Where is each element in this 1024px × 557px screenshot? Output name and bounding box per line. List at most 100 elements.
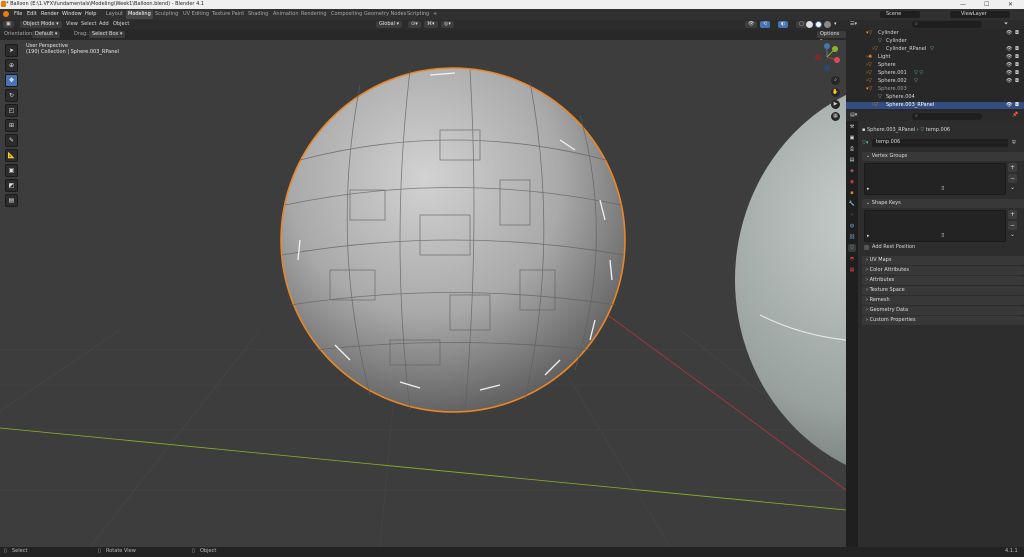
outliner-row[interactable]: ›▽ Sphere 👁 ◘: [846, 62, 1024, 69]
shape-key-specials-button[interactable]: ⌄: [1008, 230, 1017, 239]
orientation-setting-dropdown[interactable]: Default ▾: [32, 31, 61, 38]
world-tab-icon[interactable]: ◉: [848, 178, 856, 186]
outliner-row[interactable]: ›▽ Sphere.002 ▽ 👁 ◘: [846, 78, 1024, 85]
vertex-group-specials-button[interactable]: ⌄: [1008, 183, 1017, 192]
remove-shape-key-button[interactable]: −: [1008, 221, 1017, 230]
scene-tab-icon[interactable]: ◈: [848, 167, 856, 175]
render-camera-icon[interactable]: ◘: [1015, 70, 1019, 77]
render-camera-icon[interactable]: ◘: [1015, 62, 1019, 69]
annotate-tool-icon[interactable]: ✎: [5, 134, 18, 147]
list-resize-handle[interactable]: ⠿: [941, 186, 945, 193]
view-layer-tab-icon[interactable]: ▤: [848, 156, 856, 164]
visibility-button[interactable]: 👁: [745, 21, 758, 28]
outliner-editor-icon[interactable]: ☰▾: [850, 21, 857, 28]
menu-file[interactable]: File: [14, 11, 22, 18]
camera-view-icon[interactable]: ▶: [831, 100, 840, 109]
scale-tool-icon[interactable]: ◰: [5, 104, 18, 117]
fake-user-icon[interactable]: ⛨: [1012, 140, 1016, 147]
object-tab-icon[interactable]: ▪: [848, 189, 856, 197]
scene-selector[interactable]: Scene: [880, 11, 920, 18]
add-vertex-group-button[interactable]: +: [1008, 163, 1017, 172]
menu-window[interactable]: Window: [62, 11, 82, 18]
zoom-view-icon[interactable]: ⌕: [831, 76, 840, 85]
visibility-eye-icon[interactable]: 👁: [1006, 78, 1012, 85]
tab-scripting[interactable]: Scripting: [407, 11, 429, 18]
options-dropdown[interactable]: Options ▾: [817, 31, 846, 44]
outliner-row[interactable]: ▽ Cylinder: [846, 38, 1024, 45]
view-layer-selector[interactable]: ViewLayer: [950, 11, 1010, 18]
menu-render[interactable]: Render: [41, 11, 59, 18]
add-workspace-button[interactable]: +: [433, 11, 437, 18]
3d-viewport[interactable]: User Perspective (190) Collection | Sphe…: [0, 40, 846, 547]
tab-layout[interactable]: Layout: [106, 11, 123, 18]
mesh-name-field[interactable]: temp.006: [872, 139, 1008, 147]
properties-editor-icon[interactable]: ▤▾: [850, 112, 857, 119]
panel-texture-space[interactable]: › Texture Space: [862, 286, 1024, 295]
rendered-shading-icon[interactable]: [824, 21, 831, 28]
measure-tool-icon[interactable]: 📐: [5, 149, 18, 162]
material-shading-icon[interactable]: [815, 21, 822, 28]
drag-setting-dropdown[interactable]: Select Box ▾: [89, 31, 126, 38]
tab-texture-paint[interactable]: Texture Paint: [212, 11, 244, 18]
close-button[interactable]: ✕: [1008, 1, 1013, 8]
tab-modeling[interactable]: Modeling: [126, 10, 153, 19]
menu-view[interactable]: View: [66, 21, 78, 28]
panel-uv-maps[interactable]: › UV Maps: [862, 256, 1024, 265]
add-shape-key-button[interactable]: +: [1008, 210, 1017, 219]
output-tab-icon[interactable]: ⎙: [848, 145, 856, 153]
solid-shading-icon[interactable]: [806, 21, 813, 28]
tab-shading[interactable]: Shading: [248, 11, 268, 18]
panel-remesh[interactable]: › Remesh: [862, 296, 1024, 305]
menu-object[interactable]: Object: [113, 21, 129, 28]
vertex-groups-list[interactable]: ▸ ⠿: [864, 163, 1006, 195]
physics-tab-icon[interactable]: ◍: [848, 222, 856, 230]
render-camera-icon[interactable]: ◘: [1015, 54, 1019, 61]
tab-animation[interactable]: Animation: [273, 11, 299, 18]
tab-rendering[interactable]: Rendering: [301, 11, 327, 18]
navigation-gizmo[interactable]: [812, 42, 842, 72]
outliner-row[interactable]: ▾▽ Sphere.003: [846, 86, 1024, 93]
render-camera-icon[interactable]: ◘: [1015, 102, 1019, 109]
transform-tool-icon[interactable]: ⊞: [5, 119, 18, 132]
list-expand-icon[interactable]: ▸: [867, 233, 870, 240]
overlay-toggle-button[interactable]: ◐: [778, 21, 789, 28]
minimize-button[interactable]: —: [960, 1, 966, 8]
render-camera-icon[interactable]: ◘: [1015, 78, 1019, 85]
tool-tab-icon[interactable]: ⚒: [848, 123, 856, 131]
material-tab-icon[interactable]: ◓: [848, 255, 856, 263]
constraints-tab-icon[interactable]: ⛓: [848, 233, 856, 241]
blender-menu-icon[interactable]: [3, 11, 9, 17]
visibility-eye-icon[interactable]: 👁: [1006, 54, 1012, 61]
outliner-row[interactable]: ▽ Sphere.004: [846, 94, 1024, 101]
tab-geometry-nodes[interactable]: Geometry Nodes: [364, 11, 406, 18]
proportional-edit-button[interactable]: ◎▾: [441, 21, 454, 28]
shape-keys-list[interactable]: ▸ ⠿: [864, 210, 1006, 242]
visibility-eye-icon[interactable]: 👁: [1006, 30, 1012, 37]
inset-tool-icon[interactable]: ▤: [5, 194, 18, 207]
visibility-eye-icon[interactable]: 👁: [1006, 70, 1012, 77]
extrude-tool-icon[interactable]: ◩: [5, 179, 18, 192]
tab-compositing[interactable]: Compositing: [331, 11, 362, 18]
add-cube-tool-icon[interactable]: ▣: [5, 164, 18, 177]
outliner-row-selected[interactable]: ›▽ Sphere.003_RPanel 👁 ◘: [846, 102, 1024, 109]
render-camera-icon[interactable]: ◘: [1015, 30, 1019, 37]
tab-sculpting[interactable]: Sculpting: [155, 11, 178, 18]
panel-geometry-data[interactable]: › Geometry Data: [862, 306, 1024, 315]
move-tool-icon[interactable]: ✥: [5, 74, 18, 87]
remove-vertex-group-button[interactable]: −: [1008, 174, 1017, 183]
mode-dropdown[interactable]: Object Mode ▾: [20, 21, 62, 28]
list-resize-handle[interactable]: ⠿: [941, 233, 945, 240]
list-expand-icon[interactable]: ▸: [867, 186, 870, 193]
outliner-row[interactable]: ›▽ Sphere.001 ▽ ▽ 👁 ◘: [846, 70, 1024, 77]
outliner-search-input[interactable]: ⌕: [912, 21, 982, 28]
particles-tab-icon[interactable]: ⁘: [848, 211, 856, 219]
panel-custom-properties[interactable]: › Custom Properties: [862, 316, 1024, 325]
add-rest-position-checkbox[interactable]: [864, 245, 869, 250]
outliner[interactable]: ▾▽ Cylinder 👁 ◘ ▽ Cylinder ›▽ Cylinder_R…: [846, 29, 1024, 111]
cursor-tool-icon[interactable]: ➤: [5, 44, 18, 57]
3d-cursor-tool-icon[interactable]: ⊕: [5, 59, 18, 72]
panel-vertex-groups[interactable]: ⌄ Vertex Groups: [862, 152, 1024, 161]
pin-icon[interactable]: 📌: [1012, 112, 1018, 119]
modifiers-tab-icon[interactable]: 🔧: [848, 200, 856, 208]
outliner-row[interactable]: ›▽ Cylinder_RPanel ▽ 👁 ◘: [846, 46, 1024, 53]
